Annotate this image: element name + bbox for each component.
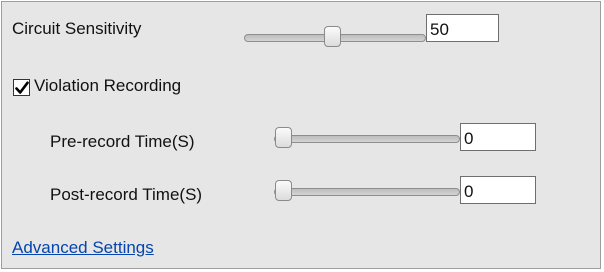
post-record-slider-track[interactable] <box>274 188 460 196</box>
pre-record-slider-thumb[interactable] <box>275 127 292 148</box>
settings-panel: Circuit Sensitivity Violation Recording … <box>1 1 601 269</box>
violation-recording-label: Violation Recording <box>34 76 182 95</box>
circuit-sensitivity-slider-thumb[interactable] <box>324 26 341 47</box>
checkmark-icon <box>15 81 29 94</box>
post-record-input[interactable] <box>460 176 536 204</box>
pre-record-input[interactable] <box>460 123 536 151</box>
circuit-sensitivity-input[interactable] <box>426 14 499 42</box>
circuit-sensitivity-label: Circuit Sensitivity <box>12 19 142 38</box>
post-record-label: Post-record Time(S) <box>50 185 203 204</box>
post-record-slider-thumb[interactable] <box>275 180 292 201</box>
pre-record-slider-track[interactable] <box>274 135 460 143</box>
violation-recording-checkbox[interactable] <box>13 79 30 96</box>
advanced-settings-link[interactable]: Advanced Settings <box>12 238 154 258</box>
pre-record-label: Pre-record Time(S) <box>50 132 195 151</box>
